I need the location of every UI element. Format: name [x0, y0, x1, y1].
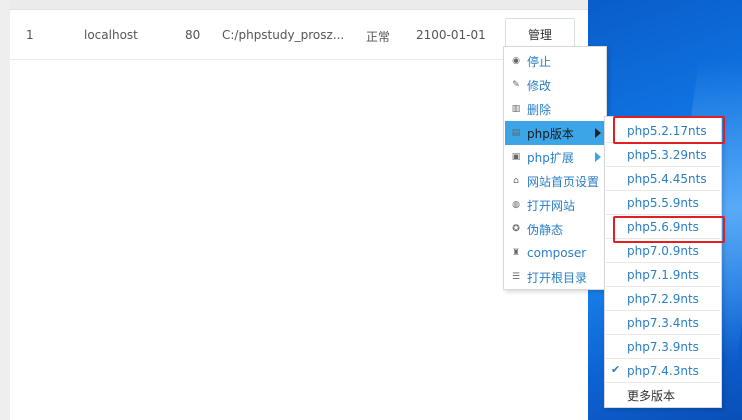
submenu-item-php5-3-29[interactable]: php5.3.29nts: [606, 143, 720, 167]
submenu-item-label: php7.1.9nts: [627, 267, 699, 282]
context-menu: ◉ 停止 ✎ 修改 ▥ 删除 ▤ php版本 ▣ php扩展 ⌂ 网站首页设置 …: [503, 46, 607, 290]
menu-item-open-root[interactable]: ☰ 打开根目录: [505, 265, 605, 289]
submenu-item-php7-1-9[interactable]: php7.1.9nts: [606, 263, 720, 287]
trash-icon: ▥: [511, 104, 521, 114]
globe-icon: ◍: [512, 200, 520, 210]
file-icon: ▤: [511, 128, 521, 138]
menu-item-label: composer: [527, 246, 587, 260]
menu-item-label: 修改: [527, 78, 552, 93]
submenu-item-label: 更多版本: [627, 388, 676, 403]
submenu-item-label: php7.3.9nts: [627, 339, 699, 354]
menu-item-php-version[interactable]: ▤ php版本: [505, 121, 605, 145]
menu-item-edit[interactable]: ✎ 修改: [505, 73, 605, 97]
gear-icon: ✪: [512, 224, 520, 234]
pencil-icon: ✎: [512, 80, 520, 90]
highlight-box: [613, 116, 725, 144]
menu-item-rewrite[interactable]: ✪ 伪静态: [505, 217, 605, 241]
row-expire: 2100-01-01: [416, 28, 486, 42]
app-window: 1 localhost 80 C:/phpstudy_prosz... 正常 2…: [0, 0, 588, 420]
menu-item-label: 打开网站: [527, 198, 576, 213]
submenu-arrow-icon: [595, 128, 601, 138]
menu-item-label: 打开根目录: [527, 270, 588, 285]
row-host: localhost: [84, 28, 138, 42]
php-version-submenu: php5.2.17nts php5.3.29nts php5.4.45nts p…: [604, 116, 722, 408]
submenu-item-label: php5.3.29nts: [627, 147, 707, 162]
list-icon: ☰: [511, 272, 521, 282]
submenu-item-label: php7.0.9nts: [627, 243, 699, 258]
submenu-item-php7-2-9[interactable]: php7.2.9nts: [606, 287, 720, 311]
row-path: C:/phpstudy_prosz...: [222, 28, 345, 42]
table-row[interactable]: 1 localhost 80 C:/phpstudy_prosz... 正常 2…: [10, 10, 588, 60]
table-header: [10, 0, 588, 10]
menu-item-delete[interactable]: ▥ 删除: [505, 97, 605, 121]
submenu-item-php7-3-4[interactable]: php7.3.4nts: [606, 311, 720, 335]
row-id: 1: [26, 28, 34, 42]
composer-icon: ♜: [511, 248, 521, 258]
submenu-item-label: php5.5.9nts: [627, 195, 699, 210]
submenu-item-label: php7.3.4nts: [627, 315, 699, 330]
menu-item-label: 删除: [527, 102, 552, 117]
submenu-item-label: php7.4.3nts: [627, 363, 699, 378]
menu-item-open-site[interactable]: ◍ 打开网站: [505, 193, 605, 217]
menu-item-label: 网站首页设置: [527, 174, 600, 189]
submenu-arrow-icon: [595, 152, 601, 162]
submenu-item-php5-5-9[interactable]: php5.5.9nts: [606, 191, 720, 215]
menu-item-php-extension[interactable]: ▣ php扩展: [505, 145, 605, 169]
menu-item-label: php版本: [527, 126, 574, 141]
submenu-item-label: php5.4.45nts: [627, 171, 707, 186]
menu-item-stop[interactable]: ◉ 停止: [505, 49, 605, 73]
menu-item-composer[interactable]: ♜ composer: [505, 241, 605, 265]
stop-icon: ◉: [512, 56, 520, 66]
submenu-item-php7-4-3[interactable]: ✔ php7.4.3nts: [606, 359, 720, 383]
menu-item-label: 伪静态: [527, 222, 564, 237]
menu-item-label: 停止: [527, 54, 552, 69]
row-port: 80: [185, 28, 201, 42]
submenu-item-php7-3-9[interactable]: php7.3.9nts: [606, 335, 720, 359]
submenu-item-label: php7.2.9nts: [627, 291, 699, 306]
checkmark-icon: ✔: [611, 363, 621, 376]
submenu-item-more-versions[interactable]: 更多版本: [606, 383, 720, 407]
menu-item-label: php扩展: [527, 150, 574, 165]
site-table: 1 localhost 80 C:/phpstudy_prosz... 正常 2…: [10, 0, 588, 420]
highlight-box: [613, 216, 725, 243]
submenu-item-php5-4-45[interactable]: php5.4.45nts: [606, 167, 720, 191]
menu-item-homepage-settings[interactable]: ⌂ 网站首页设置: [505, 169, 605, 193]
home-icon: ⌂: [513, 176, 519, 186]
row-status: 正常: [366, 30, 391, 44]
extension-icon: ▣: [511, 152, 521, 162]
